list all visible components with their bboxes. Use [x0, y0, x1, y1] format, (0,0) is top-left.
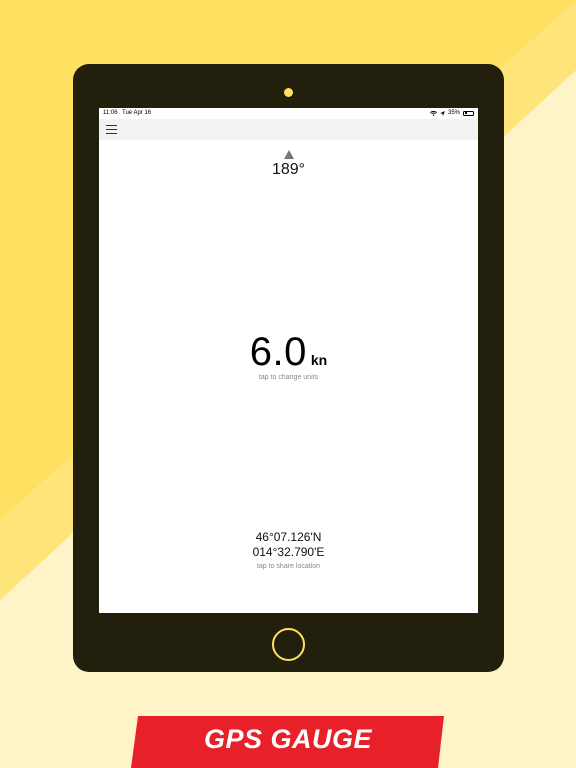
banner-title: GPS GAUGE [203, 724, 373, 754]
heading-value: 189° [271, 161, 306, 178]
latitude-value: 46°07.126'N [255, 530, 322, 544]
heading-arrow-icon [284, 150, 294, 159]
wifi-icon [430, 110, 437, 116]
battery-icon [463, 110, 474, 116]
speed-display[interactable]: 6.0 kn [99, 330, 478, 375]
status-date: Tue Apr 16 [122, 110, 152, 116]
navigation-bar [99, 119, 478, 140]
status-indicators: 35% [430, 110, 474, 116]
hamburger-menu-icon[interactable] [106, 125, 117, 134]
location-arrow-icon [439, 110, 445, 116]
battery-level-fill [464, 112, 468, 114]
home-button[interactable] [272, 628, 305, 661]
share-location-hint: tap to share location [256, 563, 321, 570]
longitude-value: 014°32.790'E [252, 545, 325, 559]
change-units-hint: tap to change units [258, 374, 319, 381]
status-bar: 11:06 Tue Apr 16 35% [99, 108, 478, 119]
status-time: 11:06 [103, 110, 118, 116]
battery-percent: 35% [447, 110, 460, 116]
front-camera-dot [284, 88, 293, 97]
location-display[interactable]: 46°07.126'N 014°32.790'E [99, 530, 478, 560]
app-screen: 11:06 Tue Apr 16 35% 189° 6.0 kn tap to … [99, 108, 478, 613]
speed-value: 6.0 [249, 330, 307, 374]
promo-canvas: 11:06 Tue Apr 16 35% 189° 6.0 kn tap to … [0, 0, 576, 768]
speed-unit: kn [310, 352, 328, 368]
